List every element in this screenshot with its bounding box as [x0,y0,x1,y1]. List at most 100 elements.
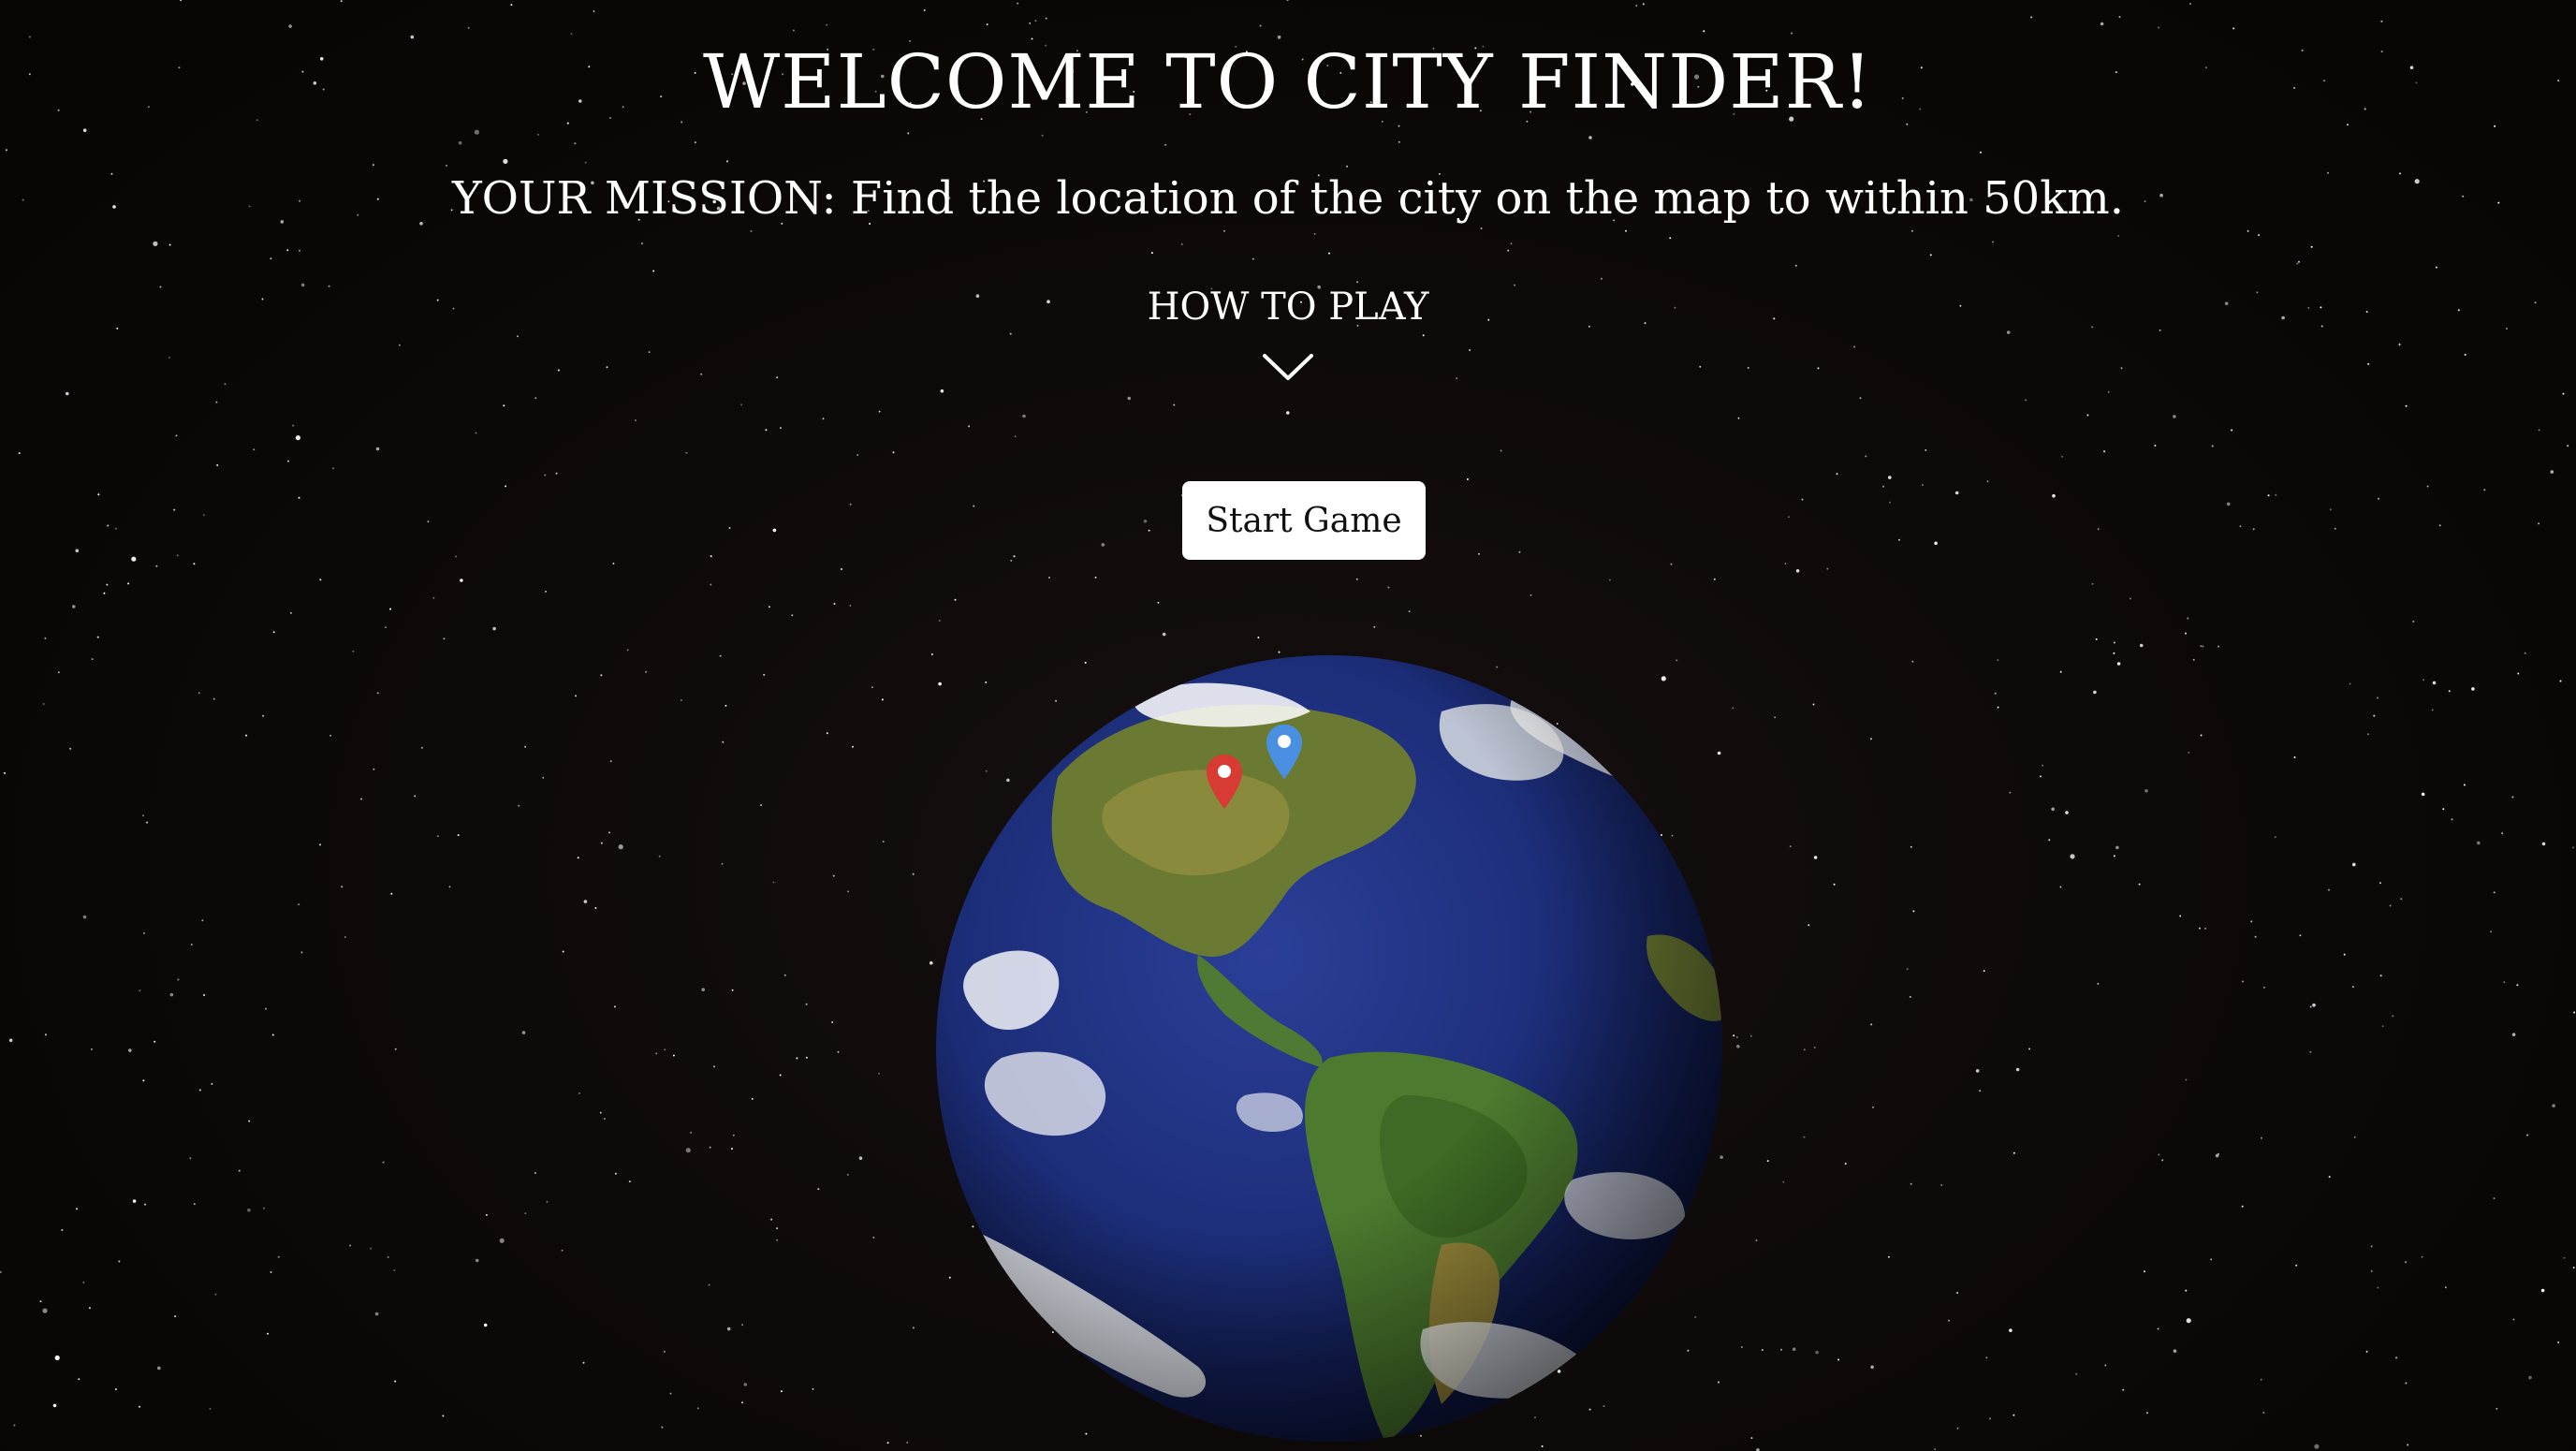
star [1699,365,1702,368]
star [1747,366,1749,369]
star [2395,1356,2398,1359]
star [518,804,520,807]
star [155,564,158,567]
star [1986,480,1989,483]
star [1257,637,1260,638]
star [2572,1267,2575,1269]
star [193,563,196,565]
star [1801,498,1804,501]
star [2226,502,2231,506]
star [174,1315,177,1318]
star [2516,984,2519,987]
star [262,714,265,717]
star [731,1148,733,1151]
star [2435,266,2437,269]
star [1588,325,1590,328]
star [1956,1292,1959,1294]
star [261,298,264,300]
star [731,989,734,991]
star [2381,1025,2384,1028]
star [1791,32,1793,35]
star [1642,3,1645,6]
star [510,4,513,7]
star [2157,1327,2159,1330]
star [557,369,560,372]
star [724,704,727,707]
star [352,650,355,652]
star [1259,24,1262,27]
star [1127,396,1132,401]
star [2511,796,2514,799]
star [680,699,682,701]
star [768,606,770,608]
star [2353,1136,2356,1138]
star [1022,414,1026,418]
star [1278,651,1281,653]
star [2464,353,2466,356]
star [154,1040,156,1043]
star [414,795,417,798]
star [2405,1261,2408,1264]
star [1812,703,1815,706]
star [658,855,661,857]
star [499,1238,505,1243]
star [2501,832,2504,835]
star [521,1031,526,1034]
star [792,29,795,32]
start-game-button[interactable]: Start Game [1182,481,1426,560]
star [319,579,322,581]
star [856,454,859,456]
star [373,768,375,770]
star [211,1082,213,1085]
star [1625,229,1627,232]
star [2421,792,2425,797]
star [505,485,507,488]
star [389,608,391,610]
star [176,554,179,557]
star [198,1089,201,1092]
star [606,366,608,369]
star [2103,450,2106,453]
star [973,505,975,507]
star [1853,345,1856,348]
star [131,556,137,562]
star [555,472,558,475]
star [1979,1090,1982,1092]
star [1925,448,1927,451]
star [822,418,825,420]
star [2405,1382,2408,1385]
star [1669,237,1672,240]
star [765,429,768,432]
star [455,555,457,558]
earth-globe [917,655,1741,1451]
star [968,425,971,428]
star [1737,417,1740,419]
star [1766,1160,1769,1163]
star [743,1383,748,1386]
star [503,158,508,164]
star [300,951,303,954]
star [139,989,141,992]
star [2189,3,2191,6]
star [2309,1050,2312,1053]
star [198,692,200,695]
star [2117,235,2120,237]
star [467,26,470,29]
star [224,383,227,386]
star [2030,16,2033,19]
star [132,1199,137,1203]
star [1017,2,1019,5]
star [209,1407,212,1410]
star [626,649,629,652]
star [144,1203,146,1206]
how-to-play-toggle[interactable]: HOW TO PLAY [1101,281,1475,386]
star [2367,362,2370,365]
star [2517,672,2520,675]
star [640,242,643,245]
star [1940,1184,1943,1186]
star [575,695,578,697]
star [710,583,712,586]
star [1150,252,1153,255]
star [1887,1255,1890,1258]
star [1997,706,1999,709]
